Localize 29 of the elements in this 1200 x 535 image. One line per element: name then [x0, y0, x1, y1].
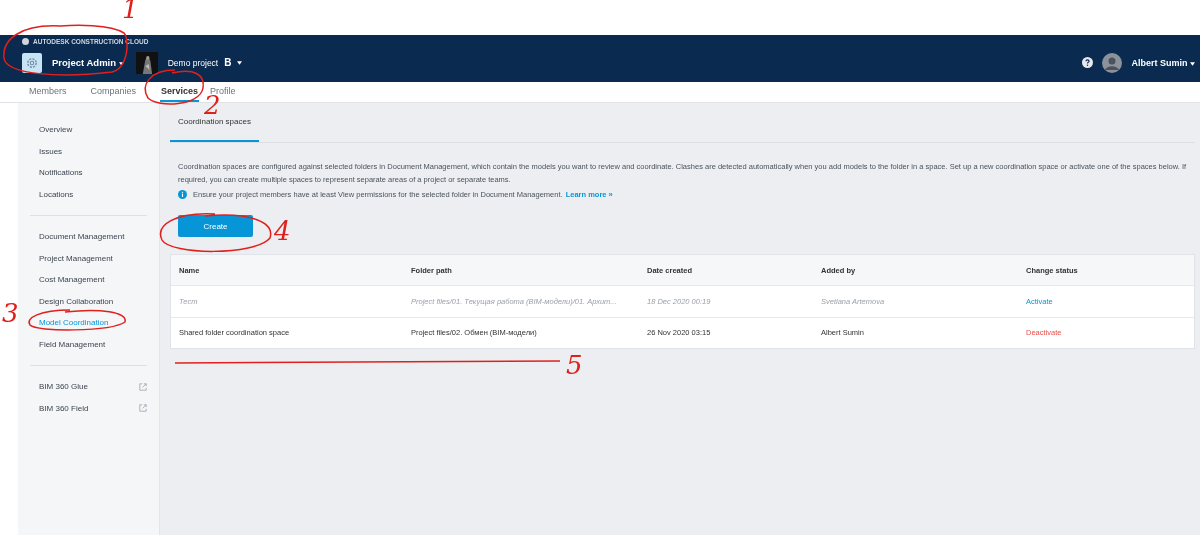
- help-icon[interactable]: [1082, 57, 1094, 68]
- external-link-icon: [139, 382, 147, 391]
- sidebar-item[interactable]: BIM 360 Glue: [30, 376, 147, 398]
- sidebar-item[interactable]: Locations: [30, 183, 147, 205]
- sidebar-item[interactable]: Document Management: [30, 226, 147, 248]
- annotation-number: 5: [566, 352, 583, 378]
- module-dropdown[interactable]: Project Admin: [48, 57, 128, 68]
- sidebar-item[interactable]: Project Management: [30, 247, 147, 269]
- project-dropdown[interactable]: Demo project B: [163, 57, 247, 68]
- external-link-icon: [139, 404, 147, 413]
- logo-icon: [22, 38, 29, 45]
- annotation-number: 4: [274, 218, 291, 244]
- caret-icon: [118, 62, 124, 66]
- sidebar-item[interactable]: Issues: [30, 140, 147, 162]
- sidebar-item[interactable]: Notifications: [30, 162, 147, 184]
- tab[interactable]: Members: [29, 82, 77, 102]
- user-menu[interactable]: Albert Sumin: [1131, 57, 1195, 68]
- sidebar-item[interactable]: Field Management: [30, 333, 147, 355]
- tab[interactable]: Companies: [90, 82, 147, 102]
- caret-icon: [237, 60, 243, 65]
- info-icon: [178, 190, 187, 199]
- annotation-number: 3: [2, 300, 19, 326]
- sidebar-item[interactable]: BIM 360 Field: [30, 397, 147, 419]
- sidebar-item[interactable]: Design Collaboration: [30, 290, 147, 312]
- caret-icon: [1190, 61, 1195, 66]
- sidebar-item[interactable]: Cost Management: [30, 269, 147, 291]
- settings-icon[interactable]: [22, 52, 42, 73]
- sidebar-item[interactable]: Overview: [30, 119, 147, 141]
- avatar-icon[interactable]: [1102, 52, 1123, 73]
